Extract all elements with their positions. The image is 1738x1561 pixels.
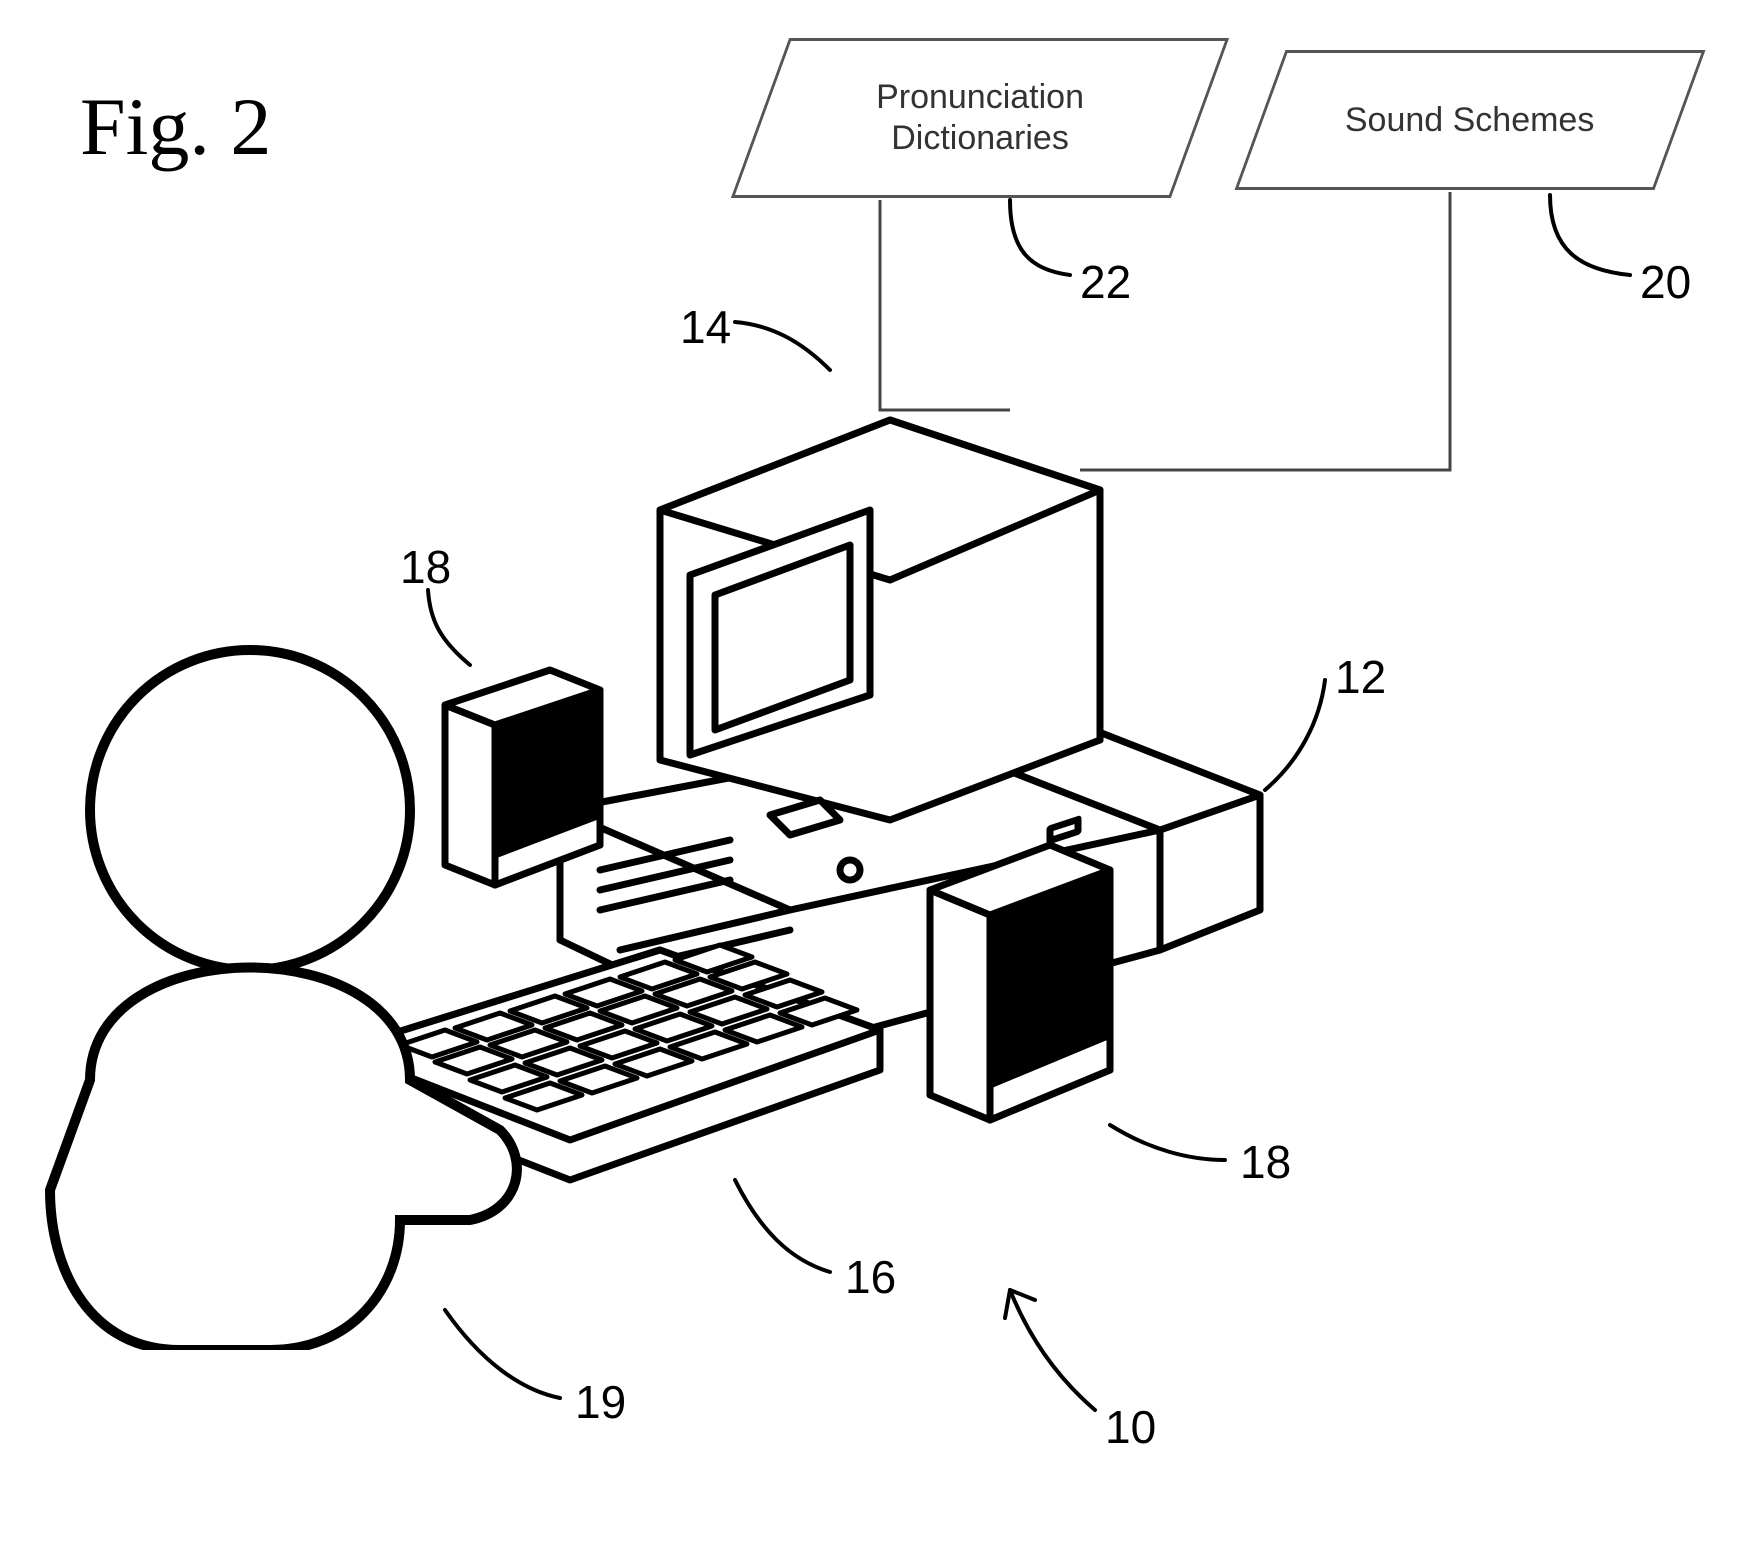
label-22: 22 <box>1080 255 1131 309</box>
label-16: 16 <box>845 1250 896 1304</box>
label-18-bottom: 18 <box>1240 1135 1291 1189</box>
label-19: 19 <box>575 1375 626 1429</box>
leader-lines <box>0 0 1738 1561</box>
label-14: 14 <box>680 300 731 354</box>
label-20: 20 <box>1640 255 1691 309</box>
label-10: 10 <box>1105 1400 1156 1454</box>
label-18-top: 18 <box>400 540 451 594</box>
label-12: 12 <box>1335 650 1386 704</box>
diagram-canvas: Fig. 2 Pronunciation Dictionaries Sound … <box>0 0 1738 1561</box>
